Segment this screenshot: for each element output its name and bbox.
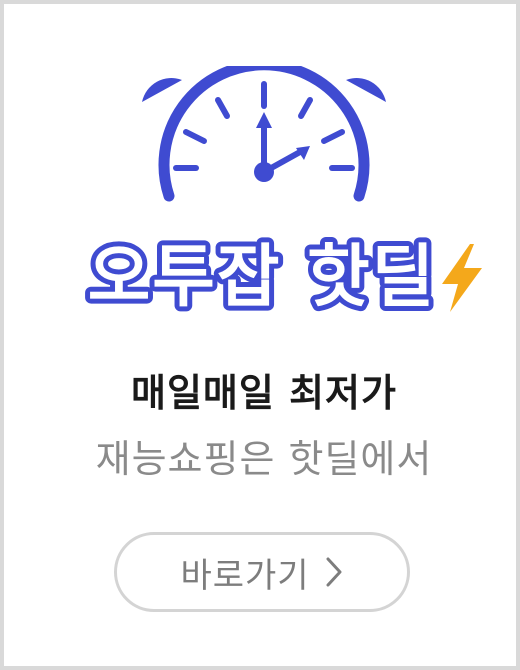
promo-card[interactable]: 오투잡 핫딜 매일매일 최저가 재능쇼핑은 핫딜에서 바로가기 [0,0,520,670]
go-now-label: 바로가기 [180,555,310,596]
lightning-bolt-icon [442,244,482,312]
brand-text: 오투잡 핫딜 [88,238,436,317]
alarm-clock-icon [142,66,386,202]
headline-text: 매일매일 최저가 [131,371,397,415]
subline-text: 재능쇼핑은 핫딜에서 [95,437,433,481]
chevron-right-icon [326,557,342,587]
go-now-button[interactable]: 바로가기 [114,532,410,612]
